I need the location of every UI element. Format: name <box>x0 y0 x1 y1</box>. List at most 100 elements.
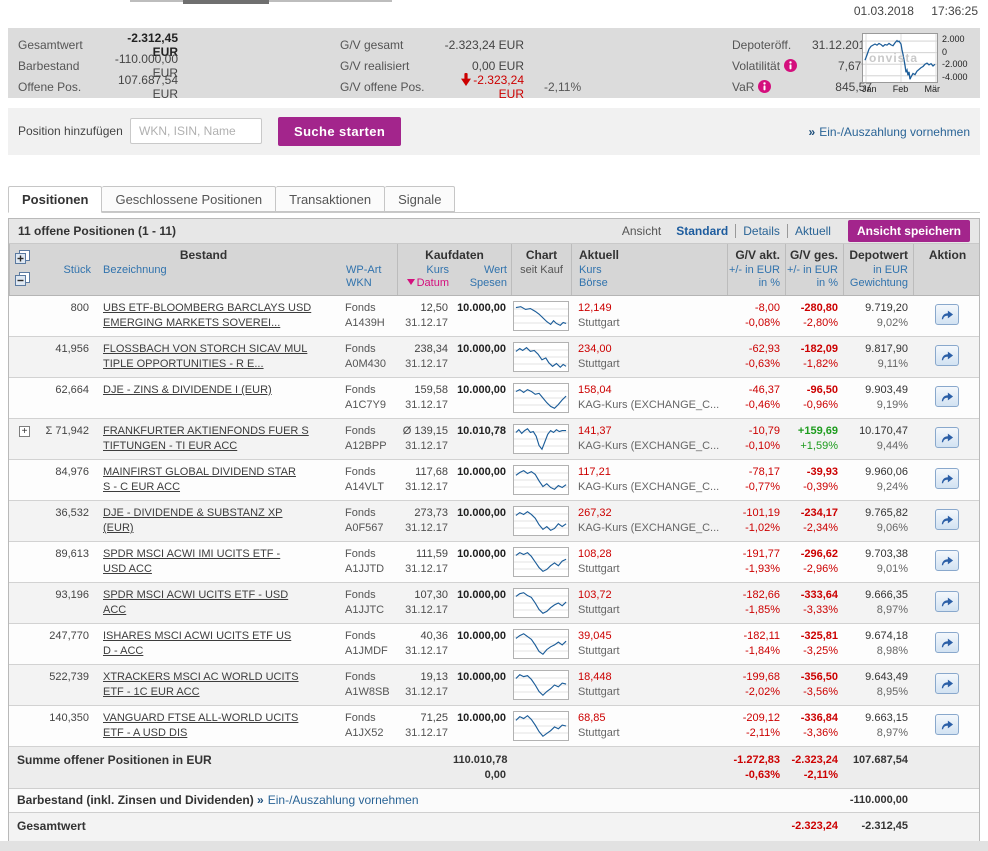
deposit-withdraw-link[interactable]: Ein-/Auszahlung vornehmen <box>819 125 970 139</box>
gv-offene-pct: -2,11% <box>544 80 581 94</box>
sort-stueck[interactable]: Stück <box>38 264 96 290</box>
column-group-kaufdaten: Kaufdaten KursDatum WertSpesen <box>397 244 511 295</box>
current-price: 267,32 <box>578 507 612 519</box>
current-price: 117,21 <box>578 466 611 478</box>
buy-value: 10.000,00 <box>453 670 511 700</box>
gv-ges-eur: -280,80 <box>801 302 838 314</box>
info-icon[interactable] <box>758 80 771 93</box>
forward-arrow-button[interactable] <box>935 550 959 571</box>
forward-arrow-icon <box>939 718 955 731</box>
buy-price: 159,58 <box>414 384 448 396</box>
expand-all-icon[interactable] <box>15 250 31 265</box>
position-name-link[interactable]: SPDR MSCI ACWI UCITS ETF - USDACC <box>103 589 288 616</box>
deposit-withdraw-link[interactable]: Ein-/Auszahlung vornehmen <box>268 793 419 807</box>
forward-arrow-button[interactable] <box>935 632 959 653</box>
save-view-button[interactable]: Ansicht speichern <box>848 220 970 242</box>
wkn: A14VLT <box>345 481 384 493</box>
tab-transaktionen[interactable]: Transaktionen <box>276 186 385 212</box>
gv-akt-pct: -1,84% <box>745 645 780 657</box>
sum-wert: 110.010,780,00 <box>453 753 511 783</box>
collapse-all-icon[interactable] <box>15 272 31 287</box>
gv-ges-pct: -0,96% <box>803 399 838 411</box>
weighting: 9,24% <box>877 481 908 493</box>
search-input[interactable] <box>130 118 262 144</box>
forward-arrow-button[interactable] <box>935 591 959 612</box>
forward-arrow-button[interactable] <box>935 673 959 694</box>
position-name-link[interactable]: VANGUARD FTSE ALL-WORLD UCITSETF - A USD… <box>103 712 298 739</box>
weighting: 9,11% <box>878 358 908 370</box>
forward-arrow-button[interactable] <box>935 427 959 448</box>
sort-gv-ges-eur[interactable]: +/- in EUR <box>787 264 838 276</box>
sort-gv-akt-eur[interactable]: +/- in EUR <box>729 264 780 276</box>
datetime: 01.03.2018 17:36:25 <box>840 4 978 18</box>
position-name-link[interactable]: SPDR MSCI ACWI IMI UCITS ETF -USD ACC <box>103 548 280 575</box>
mini-chart-x-axis: Jan Feb Mär <box>862 84 940 94</box>
position-name-link[interactable]: ISHARES MSCI ACWI UCITS ETF USD - ACC <box>103 630 291 657</box>
position-name-link[interactable]: UBS ETF-BLOOMBERG BARCLAYS USDEMERGING M… <box>103 302 311 329</box>
forward-arrow-button[interactable] <box>935 714 959 735</box>
forward-arrow-button[interactable] <box>935 468 959 489</box>
buy-price: 12,50 <box>420 302 448 314</box>
sort-gewichtung[interactable]: Gewichtung <box>850 277 908 289</box>
sparkline-chart <box>513 465 569 495</box>
sort-gv-ges-pct[interactable]: in % <box>817 277 838 289</box>
tab-positionen[interactable]: Positionen <box>8 186 102 213</box>
buy-price: 273,73 <box>414 507 448 519</box>
table-row: 800 UBS ETF-BLOOMBERG BARCLAYS USDEMERGI… <box>9 296 979 337</box>
table-row: 36,532 DJE - DIVIDENDE & SUBSTANZ XP(EUR… <box>9 501 979 542</box>
wkn: A1439H <box>345 317 385 329</box>
gv-ges-eur: -356,50 <box>801 671 838 683</box>
gv-akt-pct: -0,63% <box>745 358 780 370</box>
exchange: KAG-Kurs (EXCHANGE_C... <box>578 399 719 411</box>
sort-akt-kurs[interactable]: Kurs <box>579 264 602 276</box>
sort-wert[interactable]: Wert <box>484 264 507 276</box>
position-name-link[interactable]: DJE - DIVIDENDE & SUBSTANZ XP(EUR) <box>103 507 283 534</box>
sort-wp-art[interactable]: WP-Art <box>346 264 381 276</box>
forward-arrow-icon <box>939 636 955 649</box>
position-name-link[interactable]: FRANKFURTER AKTIENFONDS FUER STIFTUNGEN … <box>103 425 309 452</box>
forward-arrow-icon <box>939 513 955 526</box>
view-aktuell-link[interactable]: Aktuell <box>787 224 838 238</box>
position-name-link[interactable]: DJE - ZINS & DIVIDENDE I (EUR) <box>103 384 272 396</box>
sort-spesen[interactable]: Spesen <box>470 277 507 289</box>
table-row: 522,739 XTRACKERS MSCI AC WORLD UCITSETF… <box>9 665 979 706</box>
sort-datum[interactable]: Datum <box>417 277 449 289</box>
depot-value: 9.663,15 <box>865 712 908 724</box>
gv-ges-pct: -3,25% <box>803 645 838 657</box>
sort-bezeichnung[interactable]: Bezeichnung <box>96 264 346 290</box>
view-details-link[interactable]: Details <box>735 224 787 238</box>
offene-pos-label: Offene Pos. <box>18 80 100 94</box>
forward-arrow-button[interactable] <box>935 386 959 407</box>
exchange: KAG-Kurs (EXCHANGE_C... <box>578 522 719 534</box>
forward-arrow-button[interactable] <box>935 509 959 530</box>
sort-boerse[interactable]: Börse <box>579 277 608 289</box>
sort-kurs[interactable]: Kurs <box>426 264 449 276</box>
weighting: 9,19% <box>877 399 908 411</box>
info-icon[interactable] <box>784 59 797 72</box>
position-name-link[interactable]: XTRACKERS MSCI AC WORLD UCITSETF - 1C EU… <box>103 671 299 698</box>
portfolio-mini-chart: onvista 2.000 0 -2.000 -4.000 Jan Feb Mä… <box>862 33 974 95</box>
sparkline-chart <box>513 547 569 577</box>
depot-value: 10.170,47 <box>859 425 908 437</box>
position-name-link[interactable]: MAINFIRST GLOBAL DIVIDEND STARS - C EUR … <box>103 466 296 493</box>
position-name-link[interactable]: FLOSSBACH VON STORCH SICAV MULTIPLE OPPO… <box>103 343 307 370</box>
gv-akt-pct: -0,08% <box>745 317 780 329</box>
sort-wkn[interactable]: WKN <box>346 277 372 289</box>
sparkline-chart <box>513 588 569 618</box>
buy-value: 10.000,00 <box>453 547 511 577</box>
forward-arrow-icon <box>939 595 955 608</box>
tab-geschlossene-positionen[interactable]: Geschlossene Positionen <box>102 186 276 212</box>
search-button[interactable]: Suche starten <box>278 117 401 146</box>
sort-depot-eur[interactable]: in EUR <box>873 264 908 276</box>
forward-arrow-button[interactable] <box>935 345 959 366</box>
forward-arrow-button[interactable] <box>935 304 959 325</box>
tab-signale[interactable]: Signale <box>385 186 455 212</box>
view-standard-link[interactable]: Standard <box>669 224 735 238</box>
table-row: 84,976 MAINFIRST GLOBAL DIVIDEND STARS -… <box>9 460 979 501</box>
sort-gv-akt-pct[interactable]: in % <box>759 277 780 289</box>
forward-arrow-icon <box>939 677 955 690</box>
add-position-label: Position hinzufügen <box>18 124 123 138</box>
expander-plus-icon[interactable]: + <box>19 426 30 437</box>
shares-count: 36,532 <box>37 506 95 536</box>
positions-count: 11 offene Positionen (1 - 11) <box>18 224 176 238</box>
